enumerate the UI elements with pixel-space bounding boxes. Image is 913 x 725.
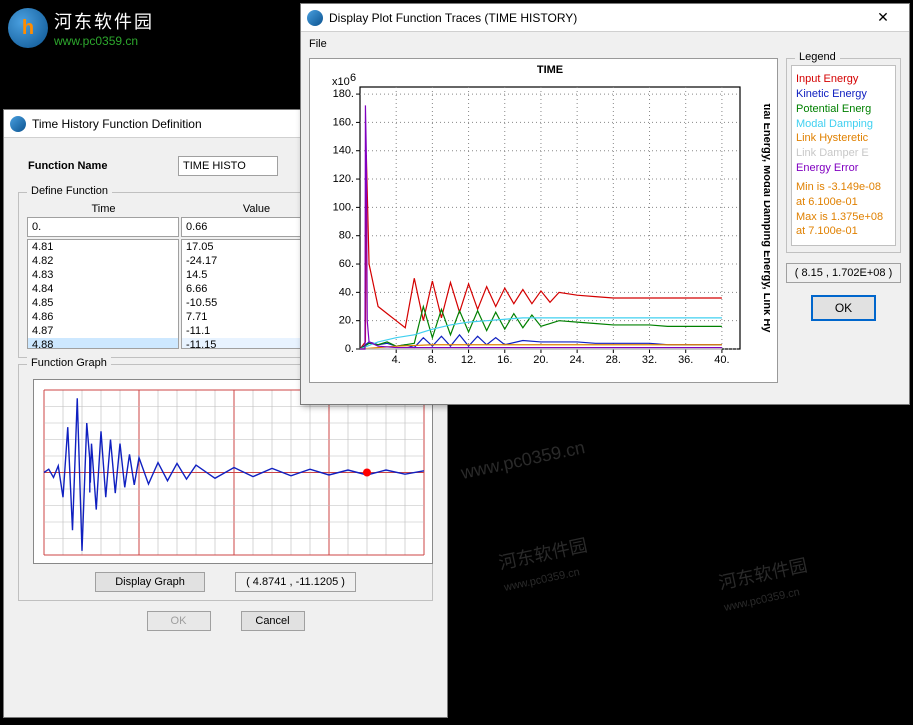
- svg-text:160.: 160.: [333, 116, 354, 128]
- menu-file[interactable]: File: [309, 38, 327, 50]
- time-input[interactable]: [27, 217, 179, 237]
- logo-cn-text: 河东软件园: [54, 8, 154, 34]
- close-icon[interactable]: ✕: [863, 7, 903, 29]
- ok-button[interactable]: OK: [811, 295, 876, 321]
- titlebar[interactable]: Display Plot Function Traces (TIME HISTO…: [301, 4, 909, 32]
- svg-text:16.: 16.: [497, 354, 512, 366]
- svg-text:6: 6: [350, 72, 356, 84]
- function-graph-canvas[interactable]: [33, 379, 433, 564]
- list-item[interactable]: 4.88: [28, 338, 178, 349]
- svg-text:100.: 100.: [333, 201, 354, 213]
- window-title: Display Plot Function Traces (TIME HISTO…: [329, 11, 863, 25]
- display-plot-traces-dialog: Display Plot Function Traces (TIME HISTO…: [300, 3, 910, 405]
- svg-text:60.: 60.: [339, 258, 354, 270]
- watermark: www.pc0359.cn: [459, 437, 587, 484]
- svg-text:4.: 4.: [392, 354, 401, 366]
- legend-group: Legend Input EnergyKinetic EnergyPotenti…: [786, 58, 901, 253]
- svg-text:80.: 80.: [339, 230, 354, 242]
- legend-entry: Input Energy: [796, 72, 891, 87]
- svg-text:28.: 28.: [606, 354, 621, 366]
- svg-text:8.: 8.: [428, 354, 437, 366]
- time-listbox[interactable]: 4.81 4.82 4.83 4.84 4.85 4.86 4.87 4.88: [27, 239, 179, 349]
- function-name-label: Function Name: [28, 160, 178, 172]
- svg-text:tial Energy, Modal Damping Ene: tial Energy, Modal Damping Energy, Link …: [761, 104, 770, 334]
- function-name-input[interactable]: [178, 156, 278, 176]
- list-item[interactable]: 4.83: [28, 268, 178, 282]
- watermark: 河东软件园www.pc0359.cn: [496, 531, 594, 596]
- svg-text:24.: 24.: [569, 354, 584, 366]
- list-item[interactable]: 4.87: [28, 324, 178, 338]
- col-time-header: Time: [27, 201, 180, 217]
- svg-text:36.: 36.: [678, 354, 693, 366]
- app-icon: [307, 10, 323, 26]
- legend-entry: Kinetic Energy: [796, 87, 891, 102]
- svg-text:40.: 40.: [714, 354, 729, 366]
- cancel-button[interactable]: Cancel: [241, 611, 305, 631]
- legend-entry: Link Hysteretic: [796, 131, 891, 146]
- logo-url-text: www.pc0359.cn: [54, 34, 154, 48]
- watermark: 河东软件园www.pc0359.cn: [716, 551, 814, 616]
- logo-orb-icon: h: [8, 8, 48, 48]
- svg-text:x10: x10: [332, 76, 350, 88]
- plot-canvas[interactable]: 4. 8. 12. 16. 20. 24. 28. 32. 36. 40. 0. 20. 40. 60. 8…: [309, 58, 778, 383]
- graph-coords-readout: ( 4.8741 , -11.1205 ): [235, 572, 356, 592]
- legend-list: Input EnergyKinetic EnergyPotential Ener…: [791, 65, 896, 246]
- legend-max-line1: Max is 1.375e+08: [796, 210, 891, 225]
- svg-text:32.: 32.: [642, 354, 657, 366]
- svg-text:180.: 180.: [333, 88, 354, 100]
- svg-text:0.: 0.: [345, 343, 354, 355]
- list-item[interactable]: 4.84: [28, 282, 178, 296]
- svg-text:120.: 120.: [333, 173, 354, 185]
- define-function-legend: Define Function: [27, 185, 112, 197]
- desktop-logo: h 河东软件园 www.pc0359.cn: [8, 8, 154, 48]
- legend-max-line2: at 7.100e-01: [796, 224, 891, 239]
- svg-text:TIME: TIME: [537, 64, 563, 76]
- svg-text:40.: 40.: [339, 286, 354, 298]
- ok-button[interactable]: OK: [147, 611, 211, 631]
- list-item[interactable]: 4.86: [28, 310, 178, 324]
- list-item[interactable]: 4.81: [28, 240, 178, 254]
- display-graph-button[interactable]: Display Graph: [95, 572, 205, 592]
- function-graph-legend: Function Graph: [27, 357, 111, 369]
- legend-min-line1: Min is -3.149e-08: [796, 180, 891, 195]
- svg-text:20.: 20.: [339, 315, 354, 327]
- legend-entry: Energy Error: [796, 161, 891, 176]
- list-item[interactable]: 4.85: [28, 296, 178, 310]
- legend-min-line2: at 6.100e-01: [796, 195, 891, 210]
- legend-entry: Potential Energ: [796, 102, 891, 117]
- svg-text:12.: 12.: [461, 354, 476, 366]
- app-icon: [10, 116, 26, 132]
- svg-text:140.: 140.: [333, 145, 354, 157]
- legend-title: Legend: [795, 51, 840, 63]
- legend-entry: Link Damper E: [796, 146, 891, 161]
- mouse-coords-readout: ( 8.15 , 1.702E+08 ): [786, 263, 901, 283]
- legend-entry: Modal Damping: [796, 117, 891, 132]
- list-item[interactable]: 4.82: [28, 254, 178, 268]
- svg-text:20.: 20.: [533, 354, 548, 366]
